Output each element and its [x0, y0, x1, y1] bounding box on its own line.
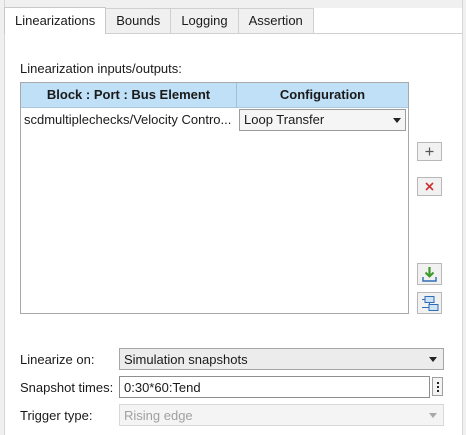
column-header-configuration[interactable]: Configuration	[237, 83, 408, 107]
vertical-ellipsis-icon	[436, 381, 439, 384]
linearize-on-value: Simulation snapshots	[124, 351, 248, 367]
delete-x-icon	[425, 182, 434, 191]
tab-linearizations[interactable]: Linearizations	[4, 7, 107, 34]
block-path-cell[interactable]: scdmultiplechecks/Velocity Contro...	[21, 108, 237, 132]
io-table: Block : Port : Bus Element Configuration…	[20, 82, 409, 314]
table-header: Block : Port : Bus Element Configuration	[21, 83, 408, 108]
configuration-cell: Loop Transfer	[237, 108, 408, 132]
tab-assertion[interactable]: Assertion	[237, 8, 314, 33]
import-button[interactable]	[417, 263, 442, 285]
io-section-label: Linearization inputs/outputs:	[20, 61, 182, 76]
trigger-type-select[interactable]: Rising edge	[119, 404, 444, 426]
plus-icon	[425, 147, 434, 156]
highlight-blocks-button[interactable]	[417, 292, 442, 314]
tab-logging[interactable]: Logging	[170, 8, 239, 33]
configuration-select-value: Loop Transfer	[244, 112, 325, 127]
add-button[interactable]	[417, 142, 442, 161]
highlight-blocks-icon	[421, 295, 438, 311]
vertical-ellipsis-dot	[436, 385, 439, 388]
snapshot-times-label: Snapshot times:	[20, 380, 114, 395]
linearize-on-label: Linearize on:	[20, 352, 95, 367]
import-arrow-icon	[422, 266, 437, 282]
delete-button[interactable]	[417, 177, 442, 196]
vertical-ellipsis-dot	[436, 389, 439, 392]
configuration-select[interactable]: Loop Transfer	[239, 109, 406, 131]
more-options-button[interactable]	[432, 377, 443, 396]
tab-bounds[interactable]: Bounds	[105, 8, 172, 33]
chevron-down-icon	[393, 117, 401, 123]
chevron-down-icon	[429, 356, 437, 362]
trigger-type-value: Rising edge	[124, 407, 193, 423]
tab-bar: Linearizations Bounds Logging Assertion	[4, 7, 314, 34]
window-frame-right	[462, 0, 466, 435]
linearize-on-select[interactable]: Simulation snapshots	[119, 348, 444, 370]
trigger-type-label: Trigger type:	[20, 408, 93, 423]
column-header-block[interactable]: Block : Port : Bus Element	[21, 83, 237, 107]
snapshot-times-input[interactable]	[119, 376, 430, 398]
table-row[interactable]: scdmultiplechecks/Velocity Contro... Loo…	[21, 108, 408, 132]
chevron-down-icon	[429, 412, 437, 418]
